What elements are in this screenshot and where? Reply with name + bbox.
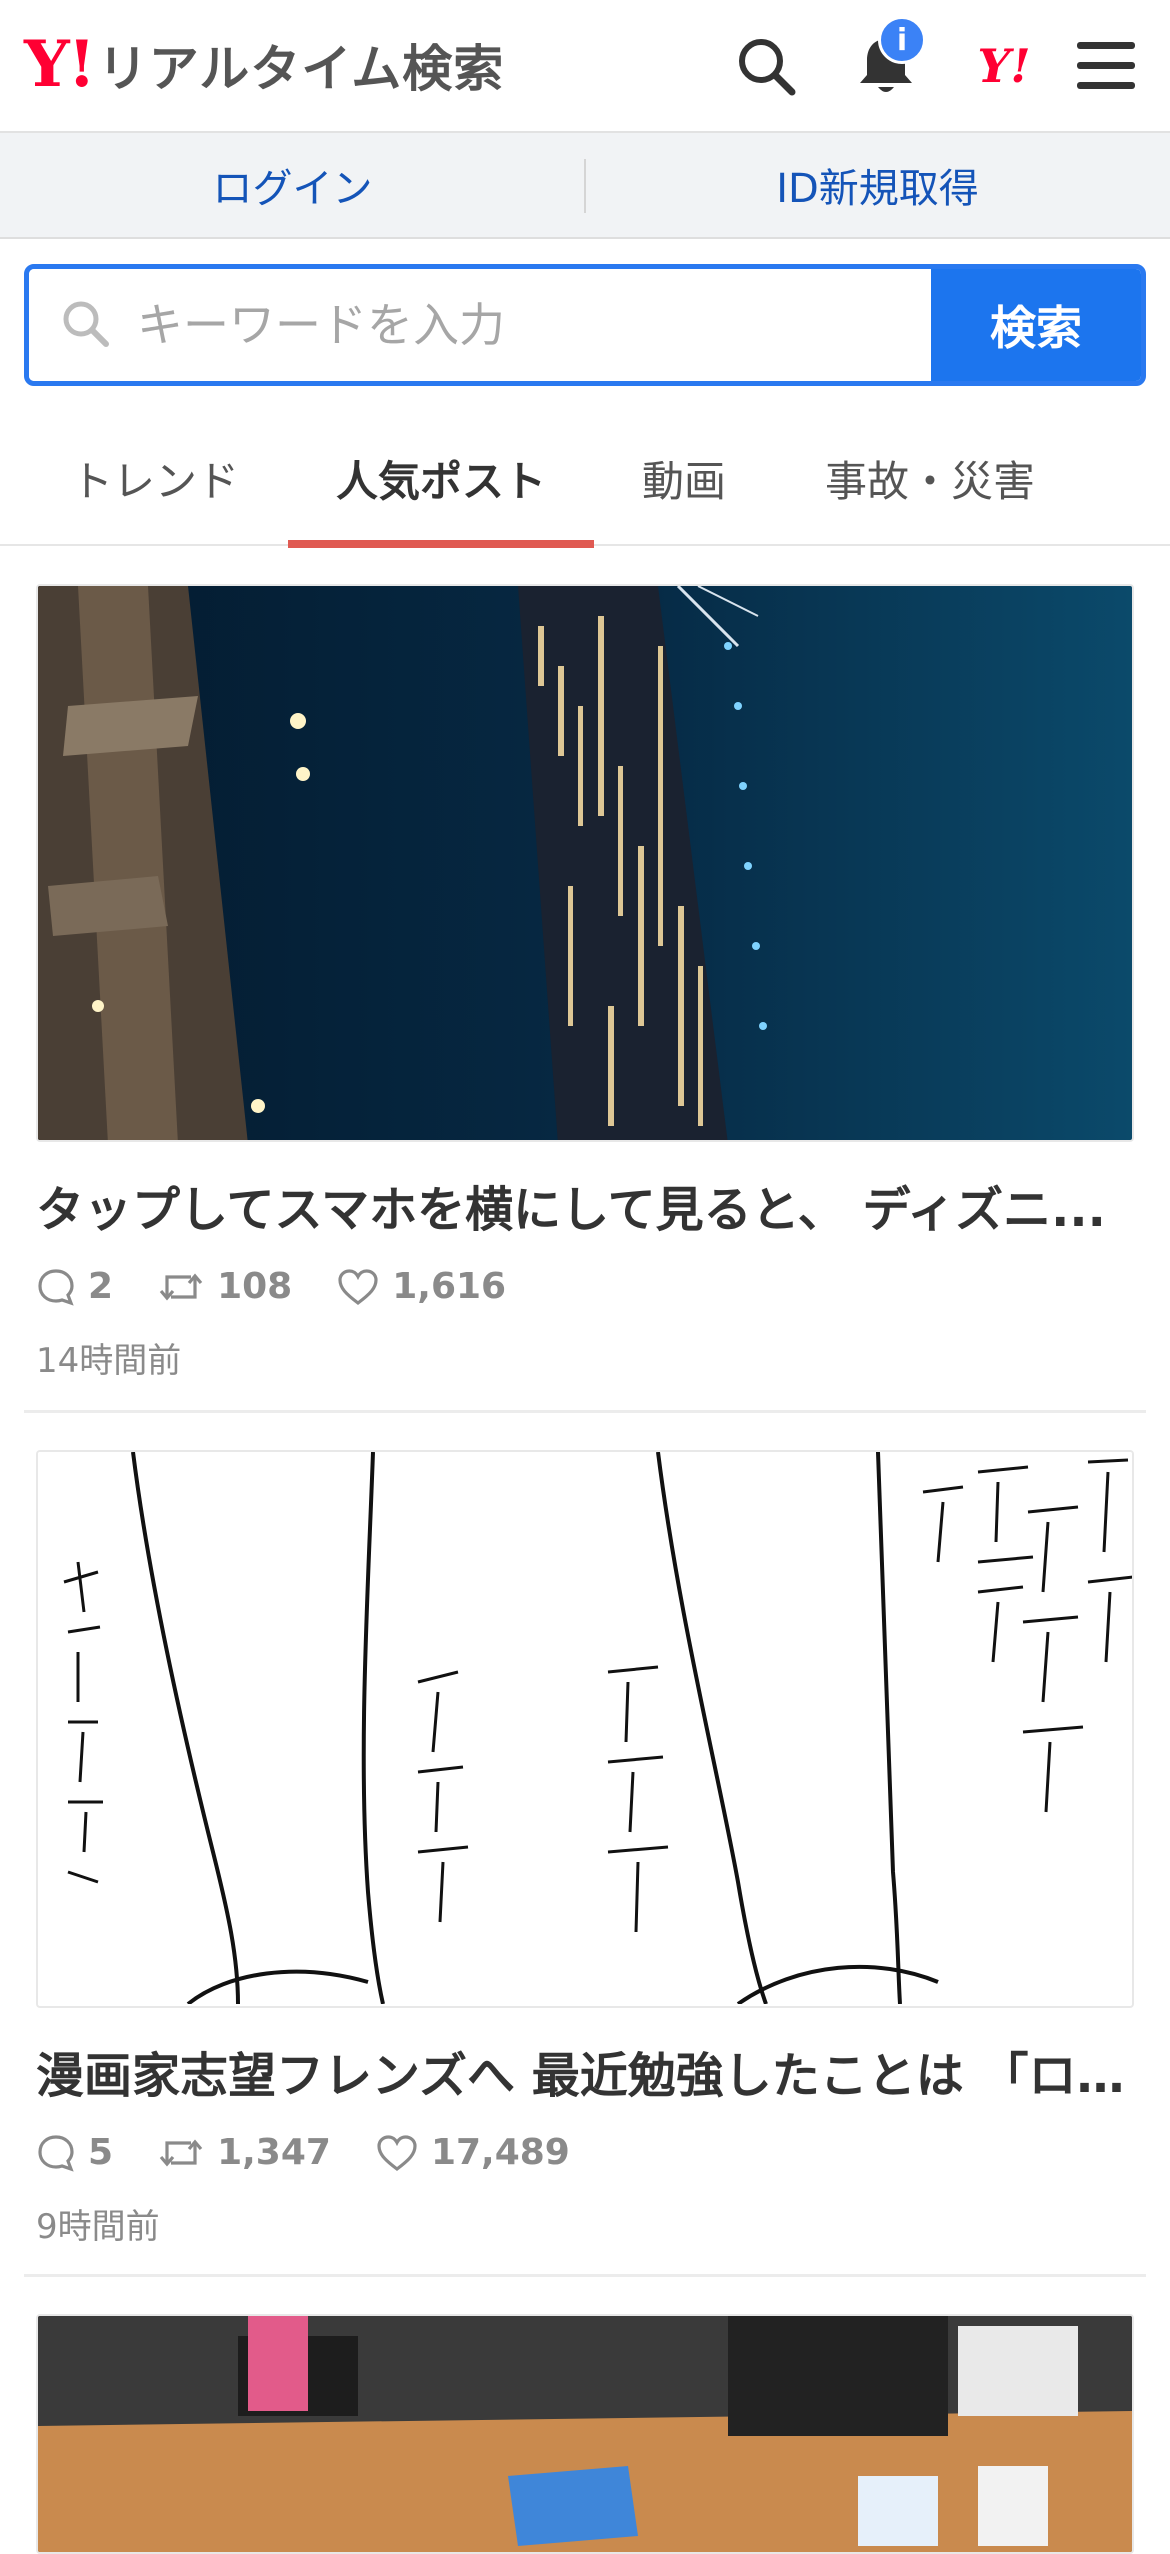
like-count[interactable]: 1,616 [336,1266,506,1307]
post-title[interactable]: 漫画家志望フレンズへ 最近勉強したことは 「ロ... [36,2036,1126,2106]
post-stats: 2 108 1,616 [36,1266,1134,1307]
tab-trend[interactable]: トレンド [40,410,270,546]
yahoo-logo-mark: Y! [24,27,96,102]
like-count-value: 17,489 [430,2132,570,2173]
reply-icon [38,1268,74,1306]
reply-count-value: 2 [88,1266,114,1307]
repost-icon [159,1273,203,1300]
reply-count[interactable]: 2 [36,1266,113,1307]
post-divider [24,1410,1146,1413]
repost-count-value: 1,347 [217,2132,331,2173]
account-bar-divider [584,159,586,213]
search-field-icon [59,297,111,353]
repost-count[interactable]: 1,347 [157,2132,331,2173]
like-count[interactable]: 17,489 [375,2132,570,2173]
post-image[interactable] [36,1450,1134,2008]
login-link[interactable]: ログイン [0,133,585,237]
post-divider [24,2274,1146,2277]
post-stats: 5 1,347 17,489 [36,2132,1134,2173]
post-timestamp: 9時間前 [36,2207,160,2247]
post-title[interactable]: タップしてスマホを横にして見ると、 ディズニ... [36,1170,1126,1240]
search-button[interactable]: 検索 [931,269,1141,381]
yahoo-japan-icon[interactable]: Y! [966,28,1042,104]
reply-count[interactable]: 5 [36,2132,113,2173]
post-image[interactable] [36,584,1134,1142]
search-icon[interactable] [728,28,804,104]
search-input-wrap[interactable] [29,269,931,381]
search-input[interactable] [137,298,931,352]
notification-bell-icon[interactable]: i [848,16,926,104]
post-card[interactable]: 漫画家志望フレンズへ 最近勉強したことは 「ロ... 5 1,347 17,48… [36,1450,1134,2248]
tab-accidents-disasters[interactable]: 事故・災害 [790,410,1070,546]
reply-icon [38,2134,74,2172]
yahoo-mini-logo: Y! [977,39,1031,93]
tab-video[interactable]: 動画 [612,410,756,546]
repost-count[interactable]: 108 [157,1266,292,1307]
post-card[interactable] [36,2314,1134,2554]
reply-count-value: 5 [88,2132,114,2173]
tab-popular-posts[interactable]: 人気ポスト [288,410,594,548]
yahoo-realtime-logo[interactable]: Y! リアルタイム検索 [24,30,504,100]
post-timestamp: 14時間前 [36,1341,182,1381]
post-image[interactable] [36,2314,1134,2554]
heart-icon [338,1268,378,1305]
notification-badge: i [878,16,926,64]
app-header: Y! リアルタイム検索 i Y! [0,0,1170,133]
repost-count-value: 108 [217,1266,293,1307]
account-bar: ログイン ID新規取得 [0,133,1170,239]
search-box: 検索 [24,264,1146,386]
heart-icon [377,2134,417,2171]
logo-text: リアルタイム検索 [97,40,505,98]
post-card[interactable]: タップしてスマホを横にして見ると、 ディズニ... 2 108 1,616 14… [36,584,1134,1382]
hamburger-menu-icon[interactable] [1068,28,1144,104]
tab-bar: トレンド 人気ポスト 動画 事故・災害 [0,410,1170,548]
signup-link[interactable]: ID新規取得 [585,133,1170,237]
repost-icon [159,2139,203,2166]
like-count-value: 1,616 [392,1266,507,1307]
